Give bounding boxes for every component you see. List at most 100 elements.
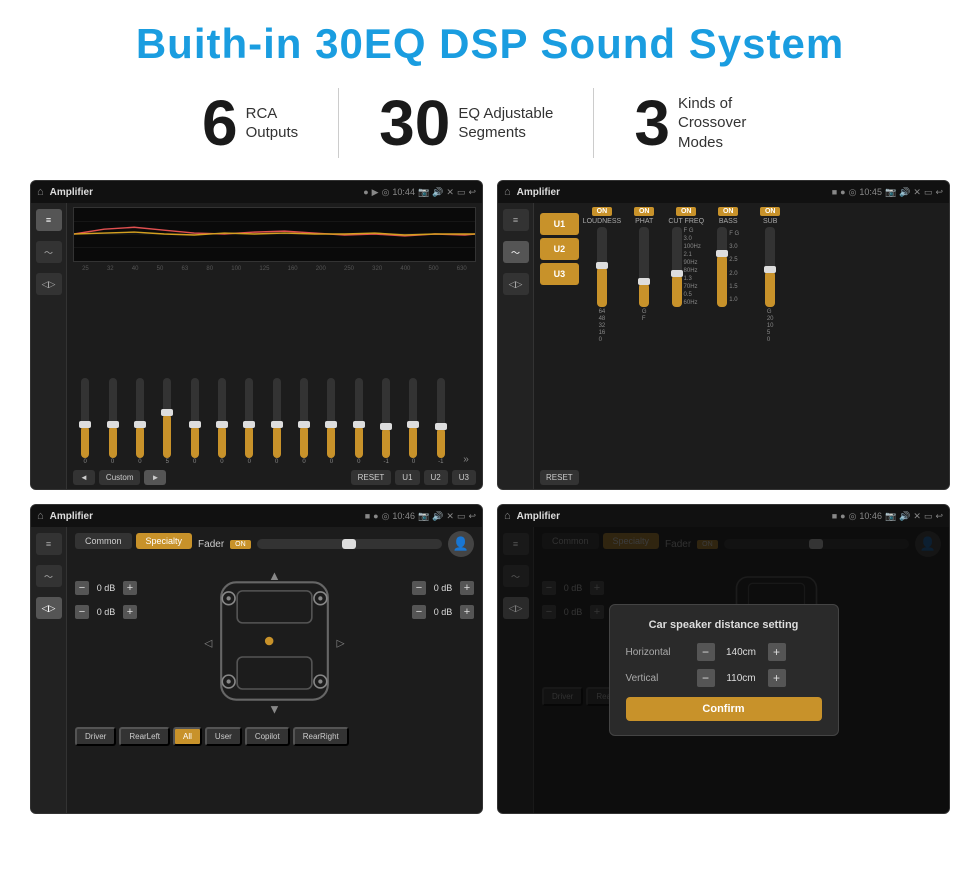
ctrl-phat: ON PHAT G F: [625, 207, 663, 485]
horizontal-minus[interactable]: −: [697, 643, 715, 661]
crossover-status-icons: ■● ◎ 10:45 📷🔊✕▭↩: [832, 187, 943, 198]
horizontal-label: Horizontal: [626, 647, 691, 658]
crossover-tool-vol[interactable]: ◁▷: [503, 273, 529, 295]
eq-play-btn[interactable]: ►: [144, 470, 166, 485]
db-fr-plus[interactable]: +: [460, 581, 474, 595]
stats-row: 6 RCAOutputs 30 EQ AdjustableSegments 3 …: [30, 88, 950, 158]
eq-u1-btn[interactable]: U1: [395, 470, 419, 485]
svg-text:◁: ◁: [204, 637, 213, 649]
fader-time: 10:46: [392, 511, 415, 522]
vertical-plus[interactable]: +: [768, 669, 786, 687]
horizontal-plus[interactable]: +: [768, 643, 786, 661]
sub-slider[interactable]: [765, 227, 775, 307]
eq-status-icons: ●▶ ◎ 10:44 📷🔊✕▭↩: [363, 187, 476, 198]
stat-rca: 6 RCAOutputs: [162, 91, 338, 155]
eq-slider-7: 0: [237, 378, 261, 465]
eq-slider-14: -1: [429, 378, 453, 465]
eq-slider-10: 0: [319, 378, 343, 465]
eq-body: ≡ 〜 ◁▷: [31, 203, 482, 489]
preset-u3[interactable]: U3: [540, 263, 579, 285]
dialog-status-icons: ■● ◎ 10:46 📷🔊✕▭↩: [832, 511, 943, 522]
stat-crossover-text: Kinds ofCrossover Modes: [678, 94, 778, 153]
db-fl-minus[interactable]: −: [75, 581, 89, 595]
db-rr-minus[interactable]: −: [412, 605, 426, 619]
stat-eq-text: EQ AdjustableSegments: [458, 104, 553, 143]
vertical-control: − 110cm +: [697, 669, 786, 687]
eq-u3-btn[interactable]: U3: [452, 470, 476, 485]
btn-driver[interactable]: Driver: [75, 727, 116, 746]
db-front-left: − 0 dB +: [75, 581, 137, 595]
fader-tool-eq[interactable]: ≡: [36, 533, 62, 555]
eq-tool-vol[interactable]: ◁▷: [36, 273, 62, 295]
crossover-toolbar: ≡ 〜 ◁▷: [498, 203, 534, 489]
loudness-label: LOUDNESS: [583, 218, 622, 225]
fader-bottom-buttons: Driver RearLeft All User Copilot RearRig…: [75, 727, 474, 746]
fader-tool-wave[interactable]: 〜: [36, 565, 62, 587]
vertical-minus[interactable]: −: [697, 669, 715, 687]
crossover-reset-btn[interactable]: RESET: [540, 470, 579, 485]
vertical-label: Vertical: [626, 673, 691, 684]
confirm-button[interactable]: Confirm: [626, 697, 822, 721]
preset-u1[interactable]: U1: [540, 213, 579, 235]
crossover-body: ≡ 〜 ◁▷ U1 U2 U3 RESET ON LO: [498, 203, 949, 489]
db-rr-value: 0 dB: [429, 607, 457, 617]
eq-toolbar: ≡ 〜 ◁▷: [31, 203, 67, 489]
cutfreq-label: CUT FREQ: [668, 218, 704, 225]
fader-label: Fader: [198, 539, 224, 550]
db-rl-plus[interactable]: +: [123, 605, 137, 619]
phat-slider[interactable]: [639, 227, 649, 307]
eq-prev-btn[interactable]: ◄: [73, 470, 95, 485]
eq-tool-wave[interactable]: 〜: [36, 241, 62, 263]
right-controls: − 0 dB + − 0 dB +: [412, 561, 474, 619]
sub-on: ON: [760, 207, 781, 216]
fader-body: ≡ 〜 ◁▷ Common Specialty Fader ON: [31, 527, 482, 813]
btn-user[interactable]: User: [205, 727, 242, 746]
fader-slider-h[interactable]: [257, 539, 442, 549]
fader-tab-common[interactable]: Common: [75, 533, 132, 549]
svg-text:▲: ▲: [268, 568, 281, 583]
loudness-slider[interactable]: [597, 227, 607, 307]
ctrl-bass: ON BASS F G 3.0 2.5: [709, 207, 747, 485]
fader-tab-specialty[interactable]: Specialty: [136, 533, 193, 549]
dialog-home-icon: ⌂: [504, 510, 511, 522]
eq-slider-11: 0: [347, 378, 371, 465]
btn-rearright[interactable]: RearRight: [293, 727, 349, 746]
dialog-time: 10:46: [859, 511, 882, 522]
cutfreq-slider-1[interactable]: [672, 227, 682, 307]
db-rear-left: − 0 dB +: [75, 605, 137, 619]
db-fl-plus[interactable]: +: [123, 581, 137, 595]
fader-status-icons: ■● ◎ 10:46 📷🔊✕▭↩: [365, 511, 476, 522]
db-rl-value: 0 dB: [92, 607, 120, 617]
eq-slider-4: 5: [155, 378, 179, 465]
fader-tool-vol[interactable]: ◁▷: [36, 597, 62, 619]
db-rear-right: − 0 dB +: [412, 605, 474, 619]
sub-label: SUB: [763, 218, 777, 225]
fader-avatar[interactable]: 👤: [448, 531, 474, 557]
btn-all[interactable]: All: [173, 727, 202, 746]
db-fr-minus[interactable]: −: [412, 581, 426, 595]
crossover-tool-wave[interactable]: 〜: [503, 241, 529, 263]
svg-text:▼: ▼: [268, 702, 281, 717]
eq-preset-label[interactable]: Custom: [99, 470, 141, 485]
bass-slider[interactable]: [717, 227, 727, 307]
crossover-tool-eq[interactable]: ≡: [503, 209, 529, 231]
phat-on: ON: [634, 207, 655, 216]
btn-copilot[interactable]: Copilot: [245, 727, 290, 746]
eq-u2-btn[interactable]: U2: [424, 470, 448, 485]
eq-slider-9: 0: [292, 378, 316, 465]
eq-slider-13: 0: [401, 378, 425, 465]
svg-text:▷: ▷: [337, 637, 346, 649]
db-rl-minus[interactable]: −: [75, 605, 89, 619]
preset-u2[interactable]: U2: [540, 238, 579, 260]
eq-reset-btn[interactable]: RESET: [351, 470, 392, 485]
eq-slider-12: -1: [374, 378, 398, 465]
stat-crossover: 3 Kinds ofCrossover Modes: [594, 91, 818, 155]
eq-slider-1: 0: [73, 378, 97, 465]
dialog-status-bar: ⌂ Amplifier ■● ◎ 10:46 📷🔊✕▭↩: [498, 505, 949, 527]
db-rr-plus[interactable]: +: [460, 605, 474, 619]
car-diagram: ▲ ▼ ◁ ▷: [145, 561, 404, 721]
page-wrapper: Buith-in 30EQ DSP Sound System 6 RCAOutp…: [0, 0, 980, 834]
btn-rearleft[interactable]: RearLeft: [119, 727, 170, 746]
eq-tool-eq[interactable]: ≡: [36, 209, 62, 231]
eq-freq-labels: 2532405063 80100125160200 25032040050063…: [73, 266, 476, 272]
